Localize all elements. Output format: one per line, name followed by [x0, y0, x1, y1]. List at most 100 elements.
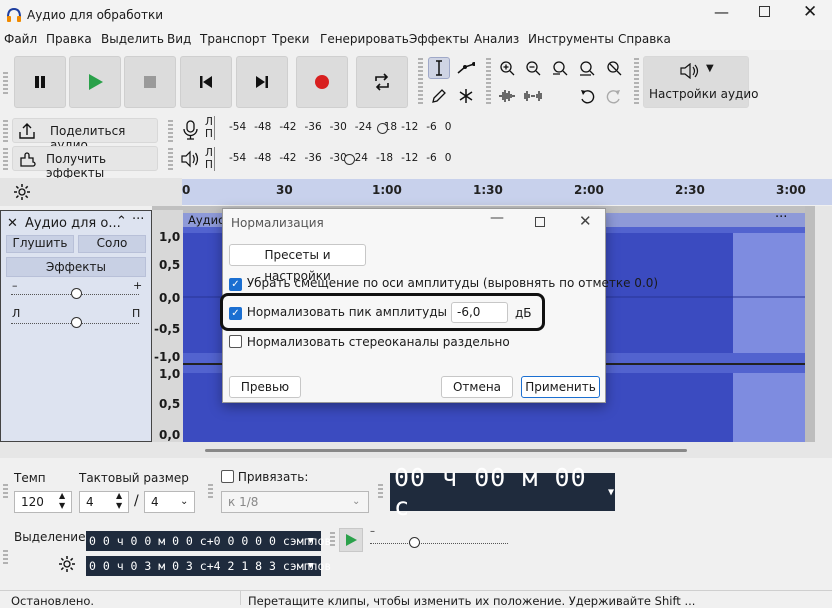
vertical-scrollbar[interactable]	[815, 206, 832, 442]
normalize-peak-option[interactable]: ✓ Нормализовать пик амплитуды до	[229, 305, 466, 320]
solo-button[interactable]: Соло	[78, 235, 146, 253]
time-signature-grip[interactable]	[3, 484, 8, 500]
play-meter-grip[interactable]	[168, 148, 173, 170]
skip-start-button[interactable]	[180, 56, 232, 108]
menu-edit[interactable]: Правка	[46, 32, 92, 46]
pause-button[interactable]	[14, 56, 66, 108]
record-button[interactable]	[296, 56, 348, 108]
toolbar-grip[interactable]	[3, 72, 8, 94]
rec-meter-grip[interactable]	[168, 120, 173, 142]
selection-start-time[interactable]: 0 0 ч 0 0 м 0 0 с+0 0 0 0 0 сэмплов ▼	[86, 531, 331, 551]
snap-select[interactable]: к 1/8 ⌄	[221, 491, 369, 513]
snap-option[interactable]: Привязать:	[221, 470, 308, 486]
fit-project-button[interactable]	[576, 57, 598, 79]
mute-button[interactable]: Глушить	[6, 235, 74, 253]
redo-button[interactable]	[603, 85, 625, 107]
preview-button[interactable]: Превью	[229, 376, 301, 398]
play-button[interactable]	[69, 56, 121, 108]
remove-dc-option[interactable]: ✓ Убрать смещение по оси амплитуды (выро…	[229, 276, 658, 291]
loop-button[interactable]	[356, 56, 408, 108]
clip-menu-icon[interactable]: ···	[775, 210, 787, 225]
collapse-track-icon[interactable]: ⌃	[116, 214, 127, 229]
snap-checkbox[interactable]	[221, 470, 234, 483]
selection-tool-button[interactable]	[428, 57, 450, 79]
numerator-spinner-icon[interactable]: ▲ ▼	[116, 491, 122, 511]
menu-transport[interactable]: Транспорт	[200, 32, 267, 46]
speed-slider-knob[interactable]	[409, 537, 420, 548]
fit-selection-button[interactable]	[549, 57, 571, 79]
rec-level-slider-knob[interactable]	[377, 123, 388, 134]
get-effects-button[interactable]: Получить эффекты	[12, 146, 158, 180]
time-signature-denominator[interactable]: 4 ⌄	[144, 491, 195, 513]
track-menu-icon[interactable]: ···	[132, 212, 144, 227]
menu-analyze[interactable]: Анализ	[474, 32, 519, 46]
trim-button[interactable]	[496, 85, 518, 107]
menu-tools[interactable]: Инструменты	[528, 32, 614, 46]
pan-slider-knob[interactable]	[71, 317, 82, 328]
audio-setup-button[interactable]: ▼ Настройки аудио	[643, 56, 758, 108]
tempo-spinner-icon[interactable]: ▲ ▼	[59, 491, 65, 511]
cancel-button[interactable]: Отмена	[441, 376, 513, 398]
dialog-close-button[interactable]: ✕	[579, 212, 592, 230]
microphone-icon[interactable]	[180, 119, 202, 141]
tools-grip[interactable]	[418, 58, 423, 106]
draw-tool-button[interactable]	[428, 85, 450, 107]
dialog-maximize-button[interactable]	[535, 217, 545, 227]
zoom-out-button[interactable]	[522, 57, 544, 79]
menu-help[interactable]: Справка	[618, 32, 671, 46]
track-name[interactable]: Аудио для о...	[25, 216, 121, 231]
apply-button[interactable]: Применить	[521, 376, 600, 398]
play-level-slider-knob[interactable]	[344, 154, 355, 165]
stop-button[interactable]	[124, 56, 176, 108]
gain-slider-knob[interactable]	[71, 288, 82, 299]
tempo-input[interactable]: 120 ▲ ▼	[14, 491, 72, 513]
stereo-independent-option[interactable]: Нормализовать стереоканалы раздельно	[229, 335, 510, 351]
menu-file[interactable]: Файл	[4, 32, 37, 46]
gear-icon[interactable]	[13, 183, 31, 201]
peak-amplitude-input[interactable]: -6,0	[451, 302, 508, 323]
share-grip[interactable]	[3, 120, 8, 142]
edit-grip[interactable]	[486, 58, 491, 106]
zoom-toggle-button[interactable]	[603, 57, 625, 79]
time-display[interactable]: 00 ч 00 м 00 с ▼	[390, 463, 615, 521]
menu-select[interactable]: Выделить	[101, 32, 164, 46]
selection-grip[interactable]	[3, 550, 8, 566]
undo-button[interactable]	[576, 85, 598, 107]
time-signature-numerator[interactable]: 4 ▲ ▼	[79, 491, 129, 513]
normalize-peak-checkbox[interactable]: ✓	[229, 307, 242, 320]
time-format-chevron-icon[interactable]: ▼	[608, 487, 615, 498]
multi-tool-button[interactable]	[455, 85, 477, 107]
menu-view[interactable]: Вид	[167, 32, 191, 46]
presets-button[interactable]: Пресеты и настройки	[229, 244, 366, 283]
menu-effects[interactable]: Эффекты	[409, 32, 469, 46]
selection-end-time[interactable]: 0 0 ч 0 3 м 0 3 с+4 2 1 8 3 сэмплов ▼	[86, 556, 331, 576]
envelope-tool-button[interactable]	[455, 57, 477, 79]
silence-button[interactable]	[522, 85, 544, 107]
time-grip[interactable]	[378, 484, 383, 500]
effects-grip[interactable]	[3, 148, 8, 170]
share-audio-button[interactable]: Поделиться аудио	[12, 118, 158, 152]
play-at-speed-button[interactable]	[339, 528, 363, 552]
rec-meter[interactable]: -54 -48 -42 -36 -30 -24 -18 -12 -6 0	[214, 116, 451, 140]
remove-dc-checkbox[interactable]: ✓	[229, 278, 242, 291]
snap-grip[interactable]	[208, 484, 213, 500]
minimize-button[interactable]: —	[714, 3, 729, 21]
menu-tracks[interactable]: Треки	[272, 32, 309, 46]
effects-button[interactable]: Эффекты	[6, 257, 146, 277]
play-at-speed-grip[interactable]	[330, 532, 335, 548]
close-track-icon[interactable]: ✕	[7, 216, 18, 231]
speed-slider-track[interactable]	[370, 543, 508, 544]
zoom-in-button[interactable]	[496, 57, 518, 79]
maximize-button[interactable]	[759, 6, 770, 17]
play-meter[interactable]: -54 -48 -42 -36 -30 -24 -18 -12 -6 0	[214, 147, 451, 171]
menu-generate[interactable]: Генерировать	[320, 32, 409, 46]
skip-end-button[interactable]	[236, 56, 288, 108]
dialog-minimize-button[interactable]: —	[490, 210, 504, 226]
close-window-button[interactable]: ✕	[803, 2, 817, 22]
horizontal-scrollbar-thumb[interactable]	[205, 449, 687, 452]
selection-gear-icon[interactable]	[58, 555, 76, 573]
stereo-independent-checkbox[interactable]	[229, 335, 242, 348]
audio-setup-grip[interactable]	[634, 58, 639, 106]
speaker-playback-icon[interactable]	[180, 149, 202, 169]
timeline-ruler[interactable]: 0 30 1:00 1:30 2:00 2:30 3:00	[182, 179, 832, 205]
